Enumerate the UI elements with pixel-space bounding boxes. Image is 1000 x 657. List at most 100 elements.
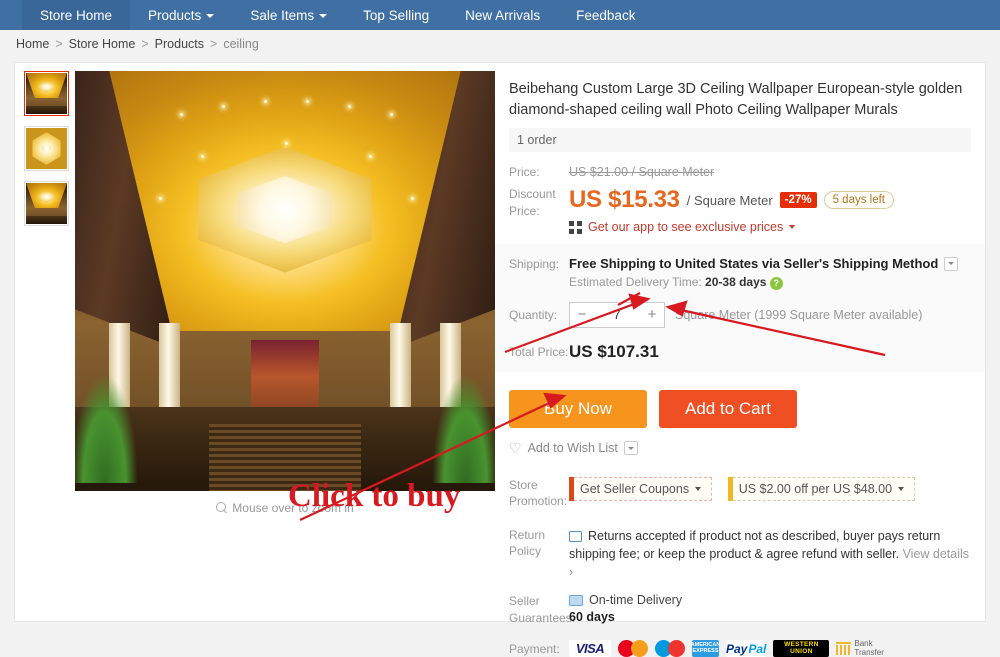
- store-promotion-row: Store Promotion: Get Seller Coupons US $…: [509, 476, 971, 509]
- price-row: Price: US $21.00 / Square Meter: [509, 164, 971, 180]
- wish-list-label: Add to Wish List: [527, 441, 618, 456]
- nav-item-top-selling[interactable]: Top Selling: [345, 0, 447, 30]
- total-price-row: Total Price: US $107.31: [509, 342, 971, 362]
- chevron-down-icon: [789, 225, 796, 230]
- breadcrumb-separator: >: [141, 37, 149, 51]
- paypal-part-2: Pal: [748, 641, 767, 656]
- guarantee-title: On-time Delivery: [589, 593, 683, 608]
- order-count: 1 order: [509, 128, 971, 153]
- app-promo-label: Get our app to see exclusive prices: [588, 220, 784, 235]
- nav-label: Top Selling: [363, 7, 430, 23]
- shipping-row: Shipping: Free Shipping to United States…: [509, 256, 971, 290]
- chevron-down-icon: [206, 14, 215, 18]
- time-left-chip: 5 days left: [823, 191, 894, 210]
- store-discount-chip[interactable]: US $2.00 off per US $48.00: [727, 476, 916, 501]
- quantity-input[interactable]: [594, 306, 640, 324]
- paypal-part-1: Pay: [726, 641, 748, 656]
- payment-label: Payment:: [509, 641, 560, 656]
- add-to-cart-button[interactable]: Add to Cart: [659, 389, 797, 428]
- seller-coupons-chip[interactable]: Get Seller Coupons: [569, 476, 713, 501]
- coupon-label: Get Seller Coupons: [580, 481, 690, 496]
- help-question-icon[interactable]: ?: [769, 276, 783, 290]
- bank-building-icon: [836, 642, 852, 656]
- guarantee-days: 60 days: [569, 610, 615, 625]
- chevron-down-icon: [898, 486, 905, 491]
- bank-line-2: Transfer: [854, 647, 884, 657]
- thumbnail-3[interactable]: [24, 181, 69, 226]
- nav-label: Products: [148, 7, 202, 23]
- stock-note: Square Meter (1999 Square Meter availabl…: [675, 307, 923, 322]
- magnifier-icon: [216, 502, 228, 514]
- bank-transfer-icon: Bank Transfer: [836, 638, 884, 657]
- chevron-down-icon: [948, 262, 955, 266]
- coupon-label: US $2.00 off per US $48.00: [738, 481, 893, 496]
- thumbnail-image: [26, 183, 67, 224]
- wish-list-dropdown-toggle[interactable]: [623, 441, 638, 456]
- bank-line-1: Bank: [854, 638, 873, 648]
- nav-label: Feedback: [576, 7, 636, 23]
- wu-line-1: WESTERN: [784, 640, 819, 648]
- western-union-icon: WESTERN UNION: [773, 640, 830, 657]
- nav-item-products[interactable]: Products: [130, 0, 232, 30]
- delivery-truck-icon: [569, 595, 583, 607]
- discount-price-row: Discount Price: US $15.33 / Square Meter…: [509, 186, 971, 234]
- discount-price-label: Discount Price:: [509, 187, 556, 218]
- nav-item-sale-items[interactable]: Sale Items: [232, 0, 345, 30]
- breadcrumb: Home > Store Home > Products > ceiling: [0, 30, 1000, 58]
- quantity-stepper[interactable]: − +: [569, 301, 665, 328]
- amex-line-2: EXPRESS: [692, 647, 719, 654]
- breadcrumb-store-home[interactable]: Store Home: [69, 37, 136, 51]
- thumbnail-image: [26, 73, 67, 114]
- amex-icon: AMERICAN EXPRESS: [691, 640, 720, 657]
- product-detail-card: Mouse over to zoom in Beibehang Custom L…: [14, 62, 986, 657]
- mastercard-icon: [618, 640, 648, 657]
- breadcrumb-separator: >: [210, 37, 218, 51]
- eta-label: Estimated Delivery Time:: [569, 275, 702, 290]
- main-product-image[interactable]: [75, 71, 495, 491]
- total-price-value: US $107.31: [569, 341, 659, 361]
- breadcrumb-products[interactable]: Products: [155, 37, 204, 51]
- shipping-block: Shipping: Free Shipping to United States…: [495, 244, 985, 372]
- eta-value: 20-38 days: [705, 275, 767, 290]
- nav-item-store-home[interactable]: Store Home: [22, 0, 131, 30]
- original-price: US $21.00 / Square Meter: [569, 165, 715, 180]
- shipping-dropdown-toggle[interactable]: [944, 256, 959, 271]
- qr-code-icon: [569, 220, 582, 234]
- nav-label: Sale Items: [250, 7, 315, 23]
- nav-label: New Arrivals: [465, 7, 541, 23]
- paypal-icon: Pay Pal: [726, 640, 767, 657]
- buy-now-button[interactable]: Buy Now: [509, 389, 647, 428]
- thumbnail-2[interactable]: [24, 126, 69, 171]
- maestro-icon: [655, 640, 685, 657]
- quantity-increase-button[interactable]: +: [640, 306, 664, 323]
- visa-icon: VISA: [569, 640, 611, 657]
- nav-item-feedback[interactable]: Feedback: [558, 0, 653, 30]
- main-image-wrapper: Mouse over to zoom in: [75, 71, 495, 621]
- product-gallery: Mouse over to zoom in: [15, 63, 495, 621]
- breadcrumb-current: ceiling: [223, 37, 259, 51]
- zoom-hint: Mouse over to zoom in: [75, 501, 495, 515]
- product-info: Beibehang Custom Large 3D Ceiling Wallpa…: [495, 63, 985, 657]
- discount-price: US $15.33: [569, 186, 680, 214]
- payment-methods: VISA AMERICAN EXPRESS Pay Pal WESTERN UNI…: [569, 638, 884, 657]
- app-promo-link[interactable]: Get our app to see exclusive prices: [569, 220, 971, 234]
- action-buttons: Buy Now Add to Cart: [509, 389, 971, 428]
- price-label: Price:: [509, 165, 540, 180]
- chevron-down-icon: [695, 486, 702, 491]
- nav-item-new-arrivals[interactable]: New Arrivals: [447, 0, 558, 30]
- wu-line-2: UNION: [790, 647, 813, 655]
- thumbnail-list: [15, 71, 75, 621]
- quantity-row: Quantity: − + Square Meter (1999 Square …: [509, 301, 971, 328]
- seller-guarantees-row: Seller Guarantees: On-time Delivery 60 d…: [509, 593, 971, 625]
- page-title: Beibehang Custom Large 3D Ceiling Wallpa…: [509, 81, 963, 118]
- payment-row: Payment: VISA AMERICAN EXPRESS Pay Pal WE…: [509, 638, 971, 657]
- thumbnail-1[interactable]: [24, 71, 69, 116]
- shipping-label: Shipping:: [509, 257, 560, 272]
- heart-plus-icon: ♡: [509, 439, 522, 456]
- breadcrumb-home[interactable]: Home: [16, 37, 49, 51]
- quantity-decrease-button[interactable]: −: [570, 306, 594, 323]
- add-to-wish-list[interactable]: ♡ Add to Wish List: [509, 440, 971, 457]
- seller-guarantees-label: Seller Guarantees:: [509, 594, 576, 625]
- zoom-hint-label: Mouse over to zoom in: [232, 501, 354, 515]
- breadcrumb-separator: >: [55, 37, 63, 51]
